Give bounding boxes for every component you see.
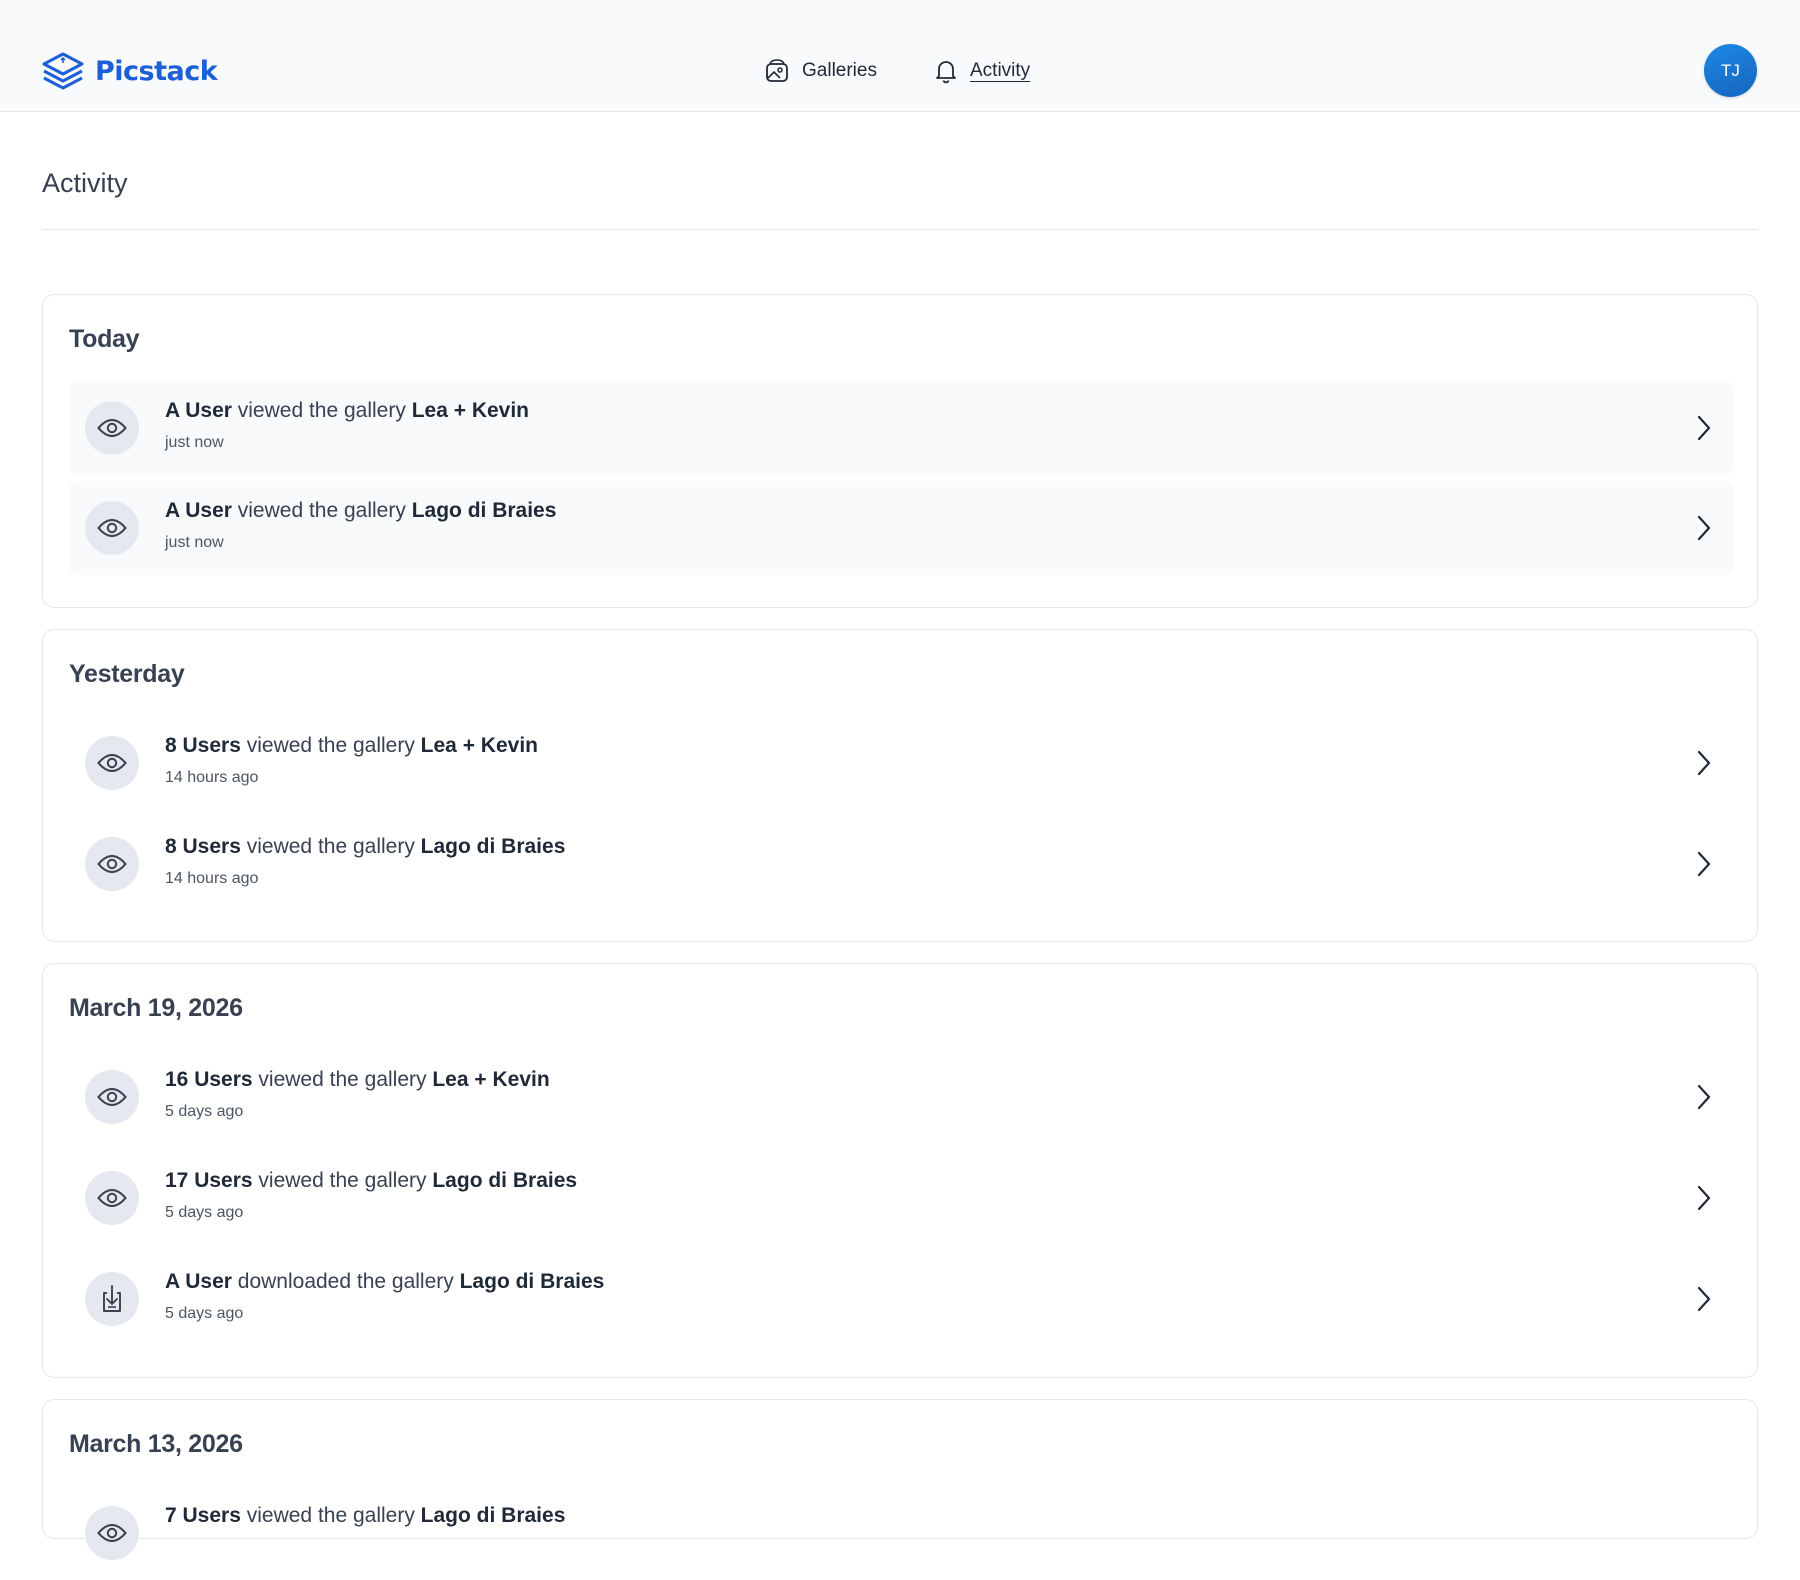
activity-verb: downloaded the gallery bbox=[237, 1270, 454, 1293]
activity-actor: 7 Users bbox=[165, 1504, 241, 1527]
eye-icon bbox=[85, 837, 139, 891]
activity-gallery: Lea + Kevin bbox=[411, 399, 530, 422]
activity-title: 8 Users viewed the gallery Lago di Braie… bbox=[165, 833, 565, 861]
activity-time: 5 days ago bbox=[165, 1305, 244, 1322]
nav-activity-label: Activity bbox=[970, 60, 1031, 81]
activity-row[interactable]: 17 Users viewed the gallery Lago di Brai… bbox=[69, 1151, 1733, 1245]
bell-icon bbox=[936, 61, 956, 84]
activity-gallery: Lea + Kevin bbox=[420, 734, 538, 757]
chevron-right-icon bbox=[1697, 1084, 1711, 1110]
activity-gallery: Lago di Braies bbox=[420, 1504, 566, 1527]
page-title: Activity bbox=[42, 168, 128, 198]
activity-gallery: Lago di Braies bbox=[411, 499, 557, 522]
activity-row[interactable]: A User downloaded the gallery Lago di Br… bbox=[69, 1252, 1733, 1346]
activity-title: A User viewed the gallery Lea + Kevin bbox=[165, 397, 529, 425]
activity-group-yesterday: Yesterday 8 Users viewed the gallery Lea… bbox=[42, 629, 1758, 942]
eye-icon bbox=[85, 401, 139, 455]
eye-icon bbox=[85, 1070, 139, 1124]
activity-verb: viewed the gallery bbox=[258, 1068, 427, 1091]
picstack-logo-icon bbox=[42, 52, 84, 90]
activity-text: A User viewed the gallery Lea + Kevin ju… bbox=[165, 397, 529, 452]
nav-galleries[interactable]: Galleries bbox=[764, 56, 877, 86]
activity-text: A User viewed the gallery Lago di Braies… bbox=[165, 497, 556, 552]
activity-gallery: Lago di Braies bbox=[459, 1270, 605, 1293]
chevron-right-icon bbox=[1697, 750, 1711, 776]
activity-text: 8 Users viewed the gallery Lea + Kevin 1… bbox=[165, 732, 538, 787]
eye-icon bbox=[85, 1506, 139, 1560]
picstack-logo[interactable]: Picstack bbox=[41, 50, 218, 92]
activity-row[interactable]: A User viewed the gallery Lago di Braies… bbox=[69, 481, 1733, 575]
activity-title: A User downloaded the gallery Lago di Br… bbox=[165, 1268, 604, 1296]
activity-time: 14 hours ago bbox=[165, 870, 259, 887]
download-icon bbox=[85, 1272, 139, 1326]
activity-text: 7 Users viewed the gallery Lago di Braie… bbox=[165, 1502, 565, 1530]
group-heading: March 19, 2026 bbox=[69, 994, 243, 1022]
activity-actor: 17 Users bbox=[165, 1169, 253, 1192]
activity-text: 8 Users viewed the gallery Lago di Braie… bbox=[165, 833, 565, 888]
brand-name: Picstack bbox=[95, 55, 218, 87]
chevron-right-icon bbox=[1697, 515, 1711, 541]
activity-title: 8 Users viewed the gallery Lea + Kevin bbox=[165, 732, 538, 760]
activity-title: A User viewed the gallery Lago di Braies bbox=[165, 497, 556, 525]
activity-gallery: Lago di Braies bbox=[432, 1169, 578, 1192]
activity-row[interactable]: 8 Users viewed the gallery Lago di Braie… bbox=[69, 817, 1733, 911]
nav-activity[interactable]: Activity bbox=[934, 56, 1030, 86]
chevron-right-icon bbox=[1697, 1185, 1711, 1211]
activity-text: 17 Users viewed the gallery Lago di Brai… bbox=[165, 1167, 577, 1222]
eye-icon bbox=[85, 501, 139, 555]
user-avatar[interactable]: TJ bbox=[1704, 44, 1757, 97]
activity-group-march-13: March 13, 2026 7 Users viewed the galler… bbox=[42, 1399, 1758, 1560]
activity-actor: 16 Users bbox=[165, 1068, 253, 1091]
activity-text: 16 Users viewed the gallery Lea + Kevin … bbox=[165, 1066, 550, 1121]
activity-group-today: Today A User viewed the gallery Lea + Ke… bbox=[42, 294, 1758, 608]
activity-verb: viewed the gallery bbox=[246, 734, 415, 757]
activity-gallery: Lago di Braies bbox=[420, 835, 566, 858]
activity-title: 16 Users viewed the gallery Lea + Kevin bbox=[165, 1066, 550, 1094]
activity-text: A User downloaded the gallery Lago di Br… bbox=[165, 1268, 604, 1323]
eye-icon bbox=[85, 1171, 139, 1225]
activity-title: 7 Users viewed the gallery Lago di Braie… bbox=[165, 1502, 565, 1530]
activity-time: just now bbox=[165, 534, 224, 551]
activity-time: 5 days ago bbox=[165, 1204, 244, 1221]
activity-time: just now bbox=[165, 434, 224, 451]
activity-verb: viewed the gallery bbox=[237, 499, 406, 522]
nav-galleries-label: Galleries bbox=[802, 60, 877, 81]
activity-verb: viewed the gallery bbox=[246, 1504, 415, 1527]
activity-actor: A User bbox=[165, 1270, 232, 1293]
chevron-right-icon bbox=[1697, 851, 1711, 877]
activity-verb: viewed the gallery bbox=[237, 399, 406, 422]
group-heading: Today bbox=[69, 325, 140, 353]
chevron-right-icon bbox=[1697, 1286, 1711, 1312]
activity-row[interactable]: 7 Users viewed the gallery Lago di Braie… bbox=[69, 1486, 1733, 1580]
activity-verb: viewed the gallery bbox=[246, 835, 415, 858]
top-navigation-bar: Picstack Galleries Activity TJ bbox=[0, 0, 1800, 112]
activity-row[interactable]: 8 Users viewed the gallery Lea + Kevin 1… bbox=[69, 716, 1733, 810]
activity-verb: viewed the gallery bbox=[258, 1169, 427, 1192]
activity-gallery: Lea + Kevin bbox=[432, 1068, 550, 1091]
eye-icon bbox=[85, 736, 139, 790]
galleries-icon bbox=[766, 59, 788, 82]
activity-group-march-19: March 19, 2026 16 Users viewed the galle… bbox=[42, 963, 1758, 1378]
group-heading: March 13, 2026 bbox=[69, 1430, 243, 1458]
activity-row[interactable]: 16 Users viewed the gallery Lea + Kevin … bbox=[69, 1050, 1733, 1144]
activity-time: 14 hours ago bbox=[165, 769, 259, 786]
activity-title: 17 Users viewed the gallery Lago di Brai… bbox=[165, 1167, 577, 1195]
activity-actor: 8 Users bbox=[165, 734, 241, 757]
activity-actor: A User bbox=[165, 499, 232, 522]
activity-actor: A User bbox=[165, 399, 232, 422]
activity-actor: 8 Users bbox=[165, 835, 241, 858]
group-heading: Yesterday bbox=[69, 660, 185, 688]
activity-time: 5 days ago bbox=[165, 1103, 244, 1120]
chevron-right-icon bbox=[1697, 415, 1711, 441]
title-divider bbox=[42, 229, 1758, 230]
activity-row[interactable]: A User viewed the gallery Lea + Kevin ju… bbox=[69, 381, 1733, 475]
